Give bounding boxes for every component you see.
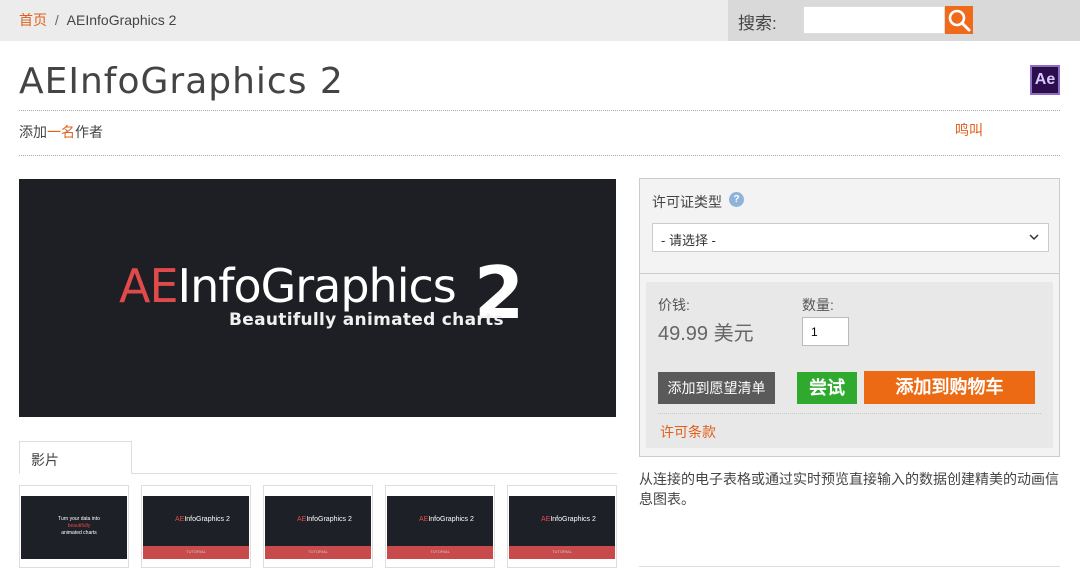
thumbnail-logo: AEInfoGraphics 2 [175,516,230,523]
honk-link[interactable]: 鸣叫 [955,120,983,140]
thumbnail-tag: TUTORIAL [186,549,206,554]
thumbnail-tag: TUTORIAL [308,549,328,554]
license-type-select[interactable]: - 请选择 - [652,223,1049,252]
divider [19,110,1060,111]
license-section: 许可证类型 ? - 请选择 - [640,179,1059,274]
hero-logo-text: InfoGraphics [177,259,457,313]
tab-underline [131,473,617,474]
thumbnail-screen: AEInfoGraphics 2 TUTORIAL [509,496,615,559]
thumbnail-caption: Turn your data into beautifully animated… [49,516,109,537]
license-select-value: - 请选择 - [661,233,716,248]
product-hero-image[interactable]: AEInfoGraphics 2 Beautifully animated ch… [19,179,616,417]
thumbnail-band: TUTORIAL [143,546,249,559]
video-thumbnail[interactable]: AEInfoGraphics 2 TUTORIAL [263,485,373,568]
thumbnail-band: TUTORIAL [387,546,493,559]
thumbnail-logo: AEInfoGraphics 2 [541,516,596,523]
thumbnail-screen: AEInfoGraphics 2 TUTORIAL [143,496,249,559]
top-bar: 首页 / AEInfoGraphics 2 搜索: [0,0,1080,41]
price-label: 价钱: [658,297,690,313]
hero-logo-ae: AE [119,259,179,313]
price-value: 49.99 美元 [658,317,754,346]
chevron-down-icon [1028,228,1040,251]
author-line: 添加一名作者 [19,122,103,142]
hero-logo: AEInfoGraphics [119,259,457,313]
quantity-label: 数量: [802,297,834,313]
search-button[interactable] [945,6,973,34]
page-title: AEInfoGraphics 2 [19,61,344,102]
thumbnail-logo: AEInfoGraphics 2 [419,516,474,523]
search-input[interactable] [803,6,945,34]
search-label: 搜索: [738,14,777,33]
add-author-link[interactable]: 一名 [47,124,75,140]
add-to-wishlist-button[interactable]: 添加到愿望清单 [658,372,775,404]
author-prefix: 添加 [19,124,47,140]
breadcrumb-home-link[interactable]: 首页 [19,12,47,28]
question-icon[interactable]: ? [729,192,744,207]
quantity-input[interactable] [802,317,849,346]
breadcrumb: 首页 / AEInfoGraphics 2 [19,10,176,30]
thumbnail-line: Turn your data into [58,516,100,522]
tab-videos[interactable]: 影片 [19,441,132,474]
thumbnail-tag: TUTORIAL [430,549,450,554]
video-thumbnail[interactable]: AEInfoGraphics 2 TUTORIAL [385,485,495,568]
video-thumbnail[interactable]: Turn your data into beautifully animated… [19,485,129,568]
author-suffix: 作者 [75,124,103,140]
try-button[interactable]: 尝试 [797,372,857,404]
search-icon [948,9,971,32]
divider [639,566,1060,567]
breadcrumb-separator: / [54,12,59,28]
thumbnail-screen: Turn your data into beautifully animated… [21,496,127,559]
thumbnail-band: TUTORIAL [509,546,615,559]
thumbnail-logo: AEInfoGraphics 2 [297,516,352,523]
license-terms-link[interactable]: 许可条款 [660,422,716,442]
search-area: 搜索: [728,0,1080,41]
thumbnail-line: beautifully [67,523,91,529]
after-effects-icon: Ae [1030,65,1060,95]
thumbnail-band: TUTORIAL [265,546,371,559]
purchase-panel: 许可证类型 ? - 请选择 - 价钱: 49.99 美元 数量: 添加到愿望清单… [639,178,1060,457]
divider [658,413,1041,414]
hero-subtitle: Beautifully animated charts [229,310,504,330]
product-description: 从连接的电子表格或通过实时预览直接输入的数据创建精美的动画信息图表。 [639,471,1059,507]
price-amount: 49.99 [658,323,709,345]
price-box: 价钱: 49.99 美元 数量: 添加到愿望清单 尝试 添加到购物车 许可条款 [646,282,1053,448]
video-thumbnail[interactable]: AEInfoGraphics 2 TUTORIAL [141,485,251,568]
thumbnail-screen: AEInfoGraphics 2 TUTORIAL [265,496,371,559]
video-thumbnail[interactable]: AEInfoGraphics 2 TUTORIAL [507,485,617,568]
price-currency: 美元 [713,323,754,345]
divider [19,155,1060,156]
thumbnail-tag: TUTORIAL [552,549,572,554]
thumbnail-screen: AEInfoGraphics 2 TUTORIAL [387,496,493,559]
add-to-cart-button[interactable]: 添加到购物车 [864,371,1035,404]
breadcrumb-current: AEInfoGraphics 2 [66,12,177,28]
license-type-label: 许可证类型 [652,194,722,210]
thumbnail-line: animated charts [61,530,97,536]
